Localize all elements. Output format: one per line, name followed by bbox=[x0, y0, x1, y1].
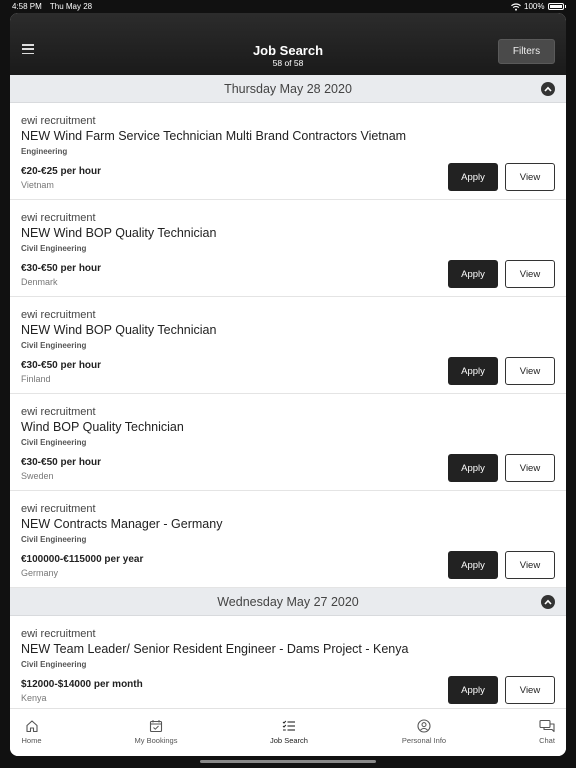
job-company: ewi recruitment bbox=[21, 115, 96, 127]
apply-button[interactable]: Apply bbox=[448, 260, 498, 288]
tab-personal-info-label: Personal Info bbox=[401, 736, 447, 745]
job-title: NEW Contracts Manager - Germany bbox=[21, 517, 223, 531]
home-icon bbox=[25, 720, 38, 733]
job-location: Denmark bbox=[21, 277, 58, 287]
date-section-header: Thursday May 28 2020 bbox=[10, 75, 566, 103]
checklist-icon bbox=[282, 720, 295, 731]
job-card[interactable]: ewi recruitment NEW Team Leader/ Senior R… bbox=[10, 616, 566, 708]
view-button[interactable]: View bbox=[505, 357, 555, 385]
job-category: Civil Engineering bbox=[21, 535, 87, 544]
job-pay: €30-€50 per hour bbox=[21, 457, 102, 468]
job-card[interactable]: ewi recruitment NEW Contracts Manager - G… bbox=[10, 491, 566, 588]
job-company: ewi recruitment bbox=[21, 503, 96, 515]
chat-bubbles-icon bbox=[539, 719, 555, 733]
tab-personal-info[interactable]: Personal Info bbox=[396, 709, 452, 756]
job-pay: €100000-€115000 per year bbox=[21, 554, 144, 565]
apply-button[interactable]: Apply bbox=[448, 163, 498, 191]
collapse-toggle[interactable] bbox=[541, 595, 555, 609]
status-date: Thu May 28 bbox=[49, 2, 93, 11]
tab-my-bookings-label: My Bookings bbox=[134, 736, 178, 745]
job-category: Civil Engineering bbox=[21, 341, 87, 350]
header: Job Search 58 of 58 Filters bbox=[10, 13, 566, 75]
chevron-up-icon bbox=[544, 86, 552, 92]
apply-button[interactable]: Apply bbox=[448, 454, 498, 482]
job-card[interactable]: ewi recruitment NEW Wind BOP Quality Tech… bbox=[10, 200, 566, 297]
job-title: NEW Wind BOP Quality Technician bbox=[21, 226, 217, 240]
battery-percent: 100% bbox=[524, 2, 545, 11]
apply-button[interactable]: Apply bbox=[448, 676, 498, 704]
tab-chat[interactable]: Chat bbox=[536, 709, 558, 756]
status-left: 4:58 PM Thu May 28 bbox=[12, 2, 98, 11]
view-button[interactable]: View bbox=[505, 676, 555, 704]
status-bar: 4:58 PM Thu May 28 100% bbox=[0, 0, 576, 13]
job-card[interactable]: ewi recruitment Wind BOP Quality Technici… bbox=[10, 394, 566, 491]
job-category: Civil Engineering bbox=[21, 244, 87, 253]
status-time: 4:58 PM bbox=[12, 2, 42, 11]
tab-home[interactable]: Home bbox=[18, 709, 45, 756]
job-pay: $12000-$14000 per month bbox=[21, 679, 143, 690]
tab-job-search[interactable]: Job Search bbox=[262, 709, 316, 756]
job-company: ewi recruitment bbox=[21, 309, 96, 321]
view-button[interactable]: View bbox=[505, 454, 555, 482]
job-list[interactable]: Thursday May 28 2020 ewi recruitment NEW W… bbox=[10, 75, 566, 708]
results-count: 58 of 58 bbox=[272, 58, 304, 68]
job-location: Vietnam bbox=[21, 180, 54, 190]
job-card[interactable]: ewi recruitment NEW Wind BOP Quality Tech… bbox=[10, 297, 566, 394]
user-circle-icon bbox=[417, 719, 431, 733]
section-date: Thursday May 28 2020 bbox=[224, 82, 352, 96]
tab-home-label: Home bbox=[21, 736, 42, 745]
job-pay: €30-€50 per hour bbox=[21, 360, 102, 371]
job-company: ewi recruitment bbox=[21, 628, 96, 640]
job-card[interactable]: ewi recruitment NEW Wind Farm Service Tec… bbox=[10, 103, 566, 200]
job-location: Sweden bbox=[21, 471, 54, 481]
view-button[interactable]: View bbox=[505, 551, 555, 579]
job-pay: €30-€50 per hour bbox=[21, 263, 102, 274]
view-button[interactable]: View bbox=[505, 260, 555, 288]
tab-chat-label: Chat bbox=[539, 736, 555, 745]
battery-icon bbox=[547, 3, 564, 10]
tab-bar: Home My Bookings Job Search Personal Inf… bbox=[10, 708, 566, 756]
job-category: Civil Engineering bbox=[21, 660, 87, 669]
page-title: Job Search bbox=[252, 43, 324, 58]
collapse-toggle[interactable] bbox=[541, 82, 555, 96]
section-date: Wednesday May 27 2020 bbox=[217, 595, 359, 609]
app-window: Job Search 58 of 58 Filters Thursday May… bbox=[10, 13, 566, 756]
job-location: Finland bbox=[21, 374, 51, 384]
job-title: NEW Team Leader/ Senior Resident Enginee… bbox=[21, 642, 409, 656]
job-title: NEW Wind Farm Service Technician Multi B… bbox=[21, 129, 407, 143]
job-location: Germany bbox=[21, 568, 59, 578]
date-section-header: Wednesday May 27 2020 bbox=[10, 588, 566, 616]
job-pay: €20-€25 per hour bbox=[21, 166, 102, 177]
job-category: Engineering bbox=[21, 147, 68, 156]
chevron-up-icon bbox=[544, 599, 552, 605]
home-indicator[interactable] bbox=[200, 760, 376, 763]
job-category: Civil Engineering bbox=[21, 438, 87, 447]
job-company: ewi recruitment bbox=[21, 212, 96, 224]
apply-button[interactable]: Apply bbox=[448, 357, 498, 385]
job-sections: Thursday May 28 2020 ewi recruitment NEW W… bbox=[10, 75, 566, 708]
job-title: Wind BOP Quality Technician bbox=[21, 420, 184, 434]
battery-tip bbox=[564, 5, 566, 8]
tab-job-search-label: Job Search bbox=[270, 736, 308, 745]
job-company: ewi recruitment bbox=[21, 406, 96, 418]
status-right: 100% bbox=[511, 2, 566, 11]
wifi-icon bbox=[511, 2, 521, 11]
apply-button[interactable]: Apply bbox=[448, 551, 498, 579]
filters-button[interactable]: Filters bbox=[498, 39, 555, 64]
job-location: Kenya bbox=[21, 693, 47, 703]
tab-my-bookings[interactable]: My Bookings bbox=[126, 709, 186, 756]
calendar-check-icon bbox=[149, 720, 163, 733]
view-button[interactable]: View bbox=[505, 163, 555, 191]
job-title: NEW Wind BOP Quality Technician bbox=[21, 323, 217, 337]
